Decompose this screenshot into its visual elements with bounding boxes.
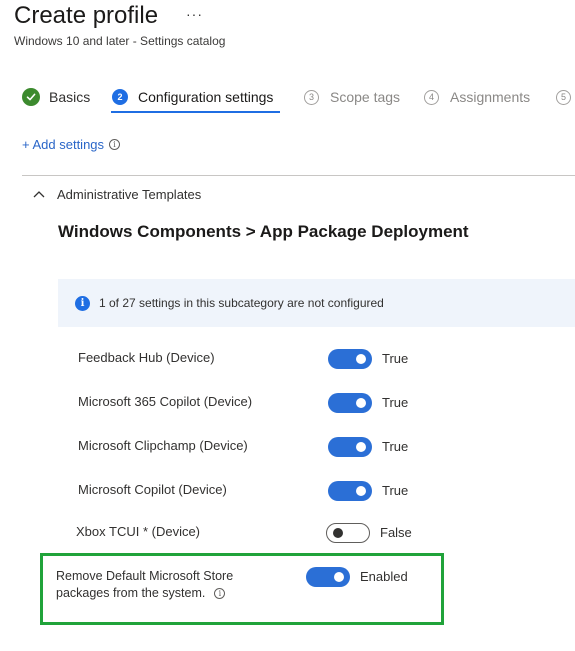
toggle-knob: [356, 354, 366, 364]
toggle-microsoft-copilot[interactable]: [328, 481, 372, 501]
step-number-badge: 3: [304, 89, 319, 105]
toggle-value: True: [382, 483, 409, 498]
add-settings-label: + Add settings: [22, 137, 105, 152]
toggle-knob: [356, 398, 366, 408]
toggle-value: True: [382, 351, 409, 366]
setting-label-microsoft-365-copilot: Microsoft 365 Copilot (Device): [78, 394, 253, 409]
toggle-value: True: [382, 395, 409, 410]
step-configuration-settings[interactable]: 2 Configuration settings: [112, 86, 273, 108]
toggle-knob: [334, 572, 344, 582]
toggle-knob: [356, 486, 366, 496]
setting-label-remove-default-store-packages: Remove Default Microsoft Store packages …: [56, 568, 233, 602]
info-banner-text: 1 of 27 settings in this subcategory are…: [99, 296, 384, 310]
add-settings-link[interactable]: + Add settings i: [22, 137, 121, 152]
step-label: Assignments: [450, 89, 531, 105]
step-scope-tags[interactable]: 3 Scope tags: [304, 86, 400, 108]
step-basics[interactable]: Basics: [22, 86, 90, 108]
info-icon[interactable]: i: [109, 139, 121, 150]
page-title: Create profile: [14, 2, 159, 29]
step-number-badge: 4: [424, 89, 439, 105]
checkmark-icon: [22, 88, 40, 106]
toggle-microsoft-365-copilot[interactable]: [328, 393, 372, 413]
toggle-feedback-hub[interactable]: [328, 349, 372, 369]
step-label: Configuration settings: [138, 89, 274, 105]
info-icon[interactable]: i: [214, 588, 226, 599]
section-title: Administrative Templates: [57, 186, 202, 202]
info-icon: i: [75, 295, 90, 311]
step-label: Basics: [49, 89, 91, 105]
info-banner: i 1 of 27 settings in this subcategory a…: [58, 279, 575, 327]
toggle-knob: [333, 528, 343, 538]
more-options-icon[interactable]: ···: [186, 6, 203, 22]
setting-label-line-2: packages from the system.: [56, 586, 206, 600]
toggle-value: False: [380, 525, 412, 540]
page-subtitle: Windows 10 and later - Settings catalog: [14, 34, 226, 48]
step-number-badge: 2: [112, 89, 128, 105]
section-header-administrative-templates[interactable]: Administrative Templates: [33, 184, 201, 204]
toggle-microsoft-clipchamp[interactable]: [328, 437, 372, 457]
step-number-badge: 5: [556, 89, 571, 105]
setting-label-xbox-tcui: Xbox TCUI * (Device): [76, 524, 201, 539]
chevron-up-icon: [33, 185, 45, 203]
toggle-value: Enabled: [360, 569, 408, 584]
setting-label-microsoft-clipchamp: Microsoft Clipchamp (Device): [78, 438, 248, 453]
step-assignments[interactable]: 4 Assignments: [424, 86, 530, 108]
toggle-remove-default-store-packages[interactable]: [306, 567, 350, 587]
divider: [22, 175, 575, 176]
step-label: Scope tags: [330, 89, 401, 105]
active-step-underline: [111, 111, 280, 113]
step-review-create[interactable]: 5: [556, 86, 571, 108]
toggle-xbox-tcui[interactable]: [326, 523, 370, 543]
setting-label-line-1: Remove Default Microsoft Store: [56, 569, 234, 583]
toggle-value: True: [382, 439, 409, 454]
category-heading: Windows Components > App Package Deploym…: [58, 222, 469, 241]
setting-label-feedback-hub: Feedback Hub (Device): [78, 350, 215, 365]
toggle-knob: [356, 442, 366, 452]
setting-label-microsoft-copilot: Microsoft Copilot (Device): [78, 482, 227, 497]
